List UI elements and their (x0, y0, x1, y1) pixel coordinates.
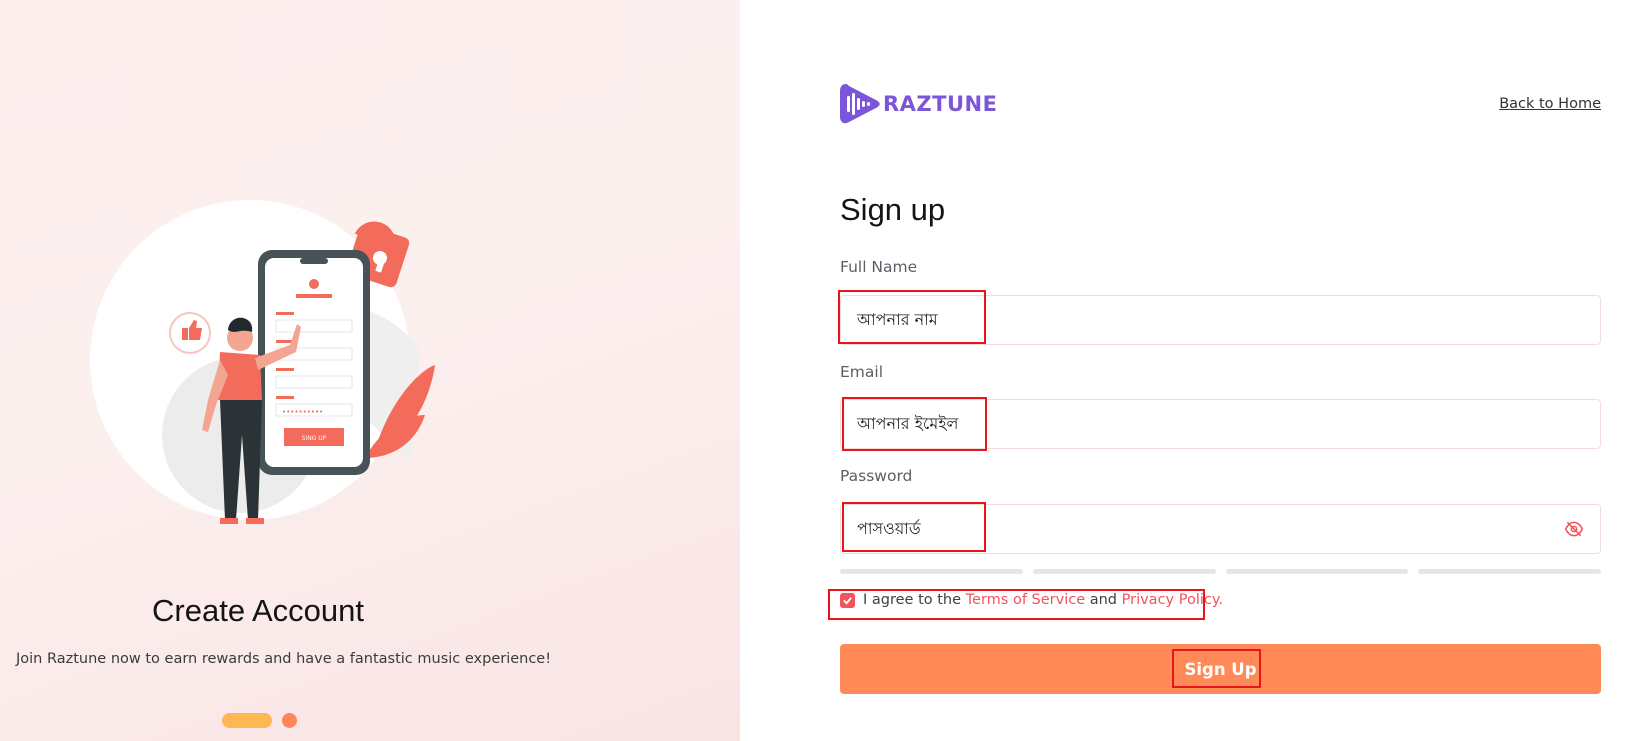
page-title: Sign up (840, 192, 946, 227)
email-label: Email (840, 363, 884, 381)
signup-illustration: •••••••••• SING UP (90, 200, 435, 524)
email-placeholder: আপনার ইমেইল (857, 413, 959, 433)
terms-conjunction: and (1089, 592, 1118, 608)
logo-play-icon (840, 84, 880, 124)
sign-up-button[interactable]: Sign Up (840, 644, 1601, 694)
back-to-home-link[interactable]: Back to Home (1499, 96, 1601, 112)
strength-segment (1225, 569, 1409, 574)
carousel-dot[interactable] (282, 713, 297, 728)
strength-segment (1032, 569, 1216, 574)
terms-of-service-link[interactable]: Terms of Service (966, 592, 1085, 608)
terms-text: I agree to the Terms of Service and Priv… (863, 592, 1223, 608)
privacy-policy-link[interactable]: Privacy Policy. (1122, 592, 1223, 608)
sign-up-button-label: Sign Up (1184, 659, 1257, 679)
password-strength-meter (840, 569, 1601, 574)
brand-name: RAZTUNE (883, 92, 998, 116)
strength-segment (840, 569, 1023, 574)
carousel-indicators (222, 713, 297, 728)
full-name-label: Full Name (840, 258, 918, 276)
promo-subtitle: Join Raztune now to earn rewards and hav… (16, 651, 552, 667)
password-input[interactable]: পাসওয়ার্ড (840, 504, 1601, 554)
email-input[interactable]: আপনার ইমেইল (840, 399, 1601, 449)
promo-panel: •••••••••• SING UP Create Account Join R… (0, 0, 740, 741)
carousel-dot-active[interactable] (222, 713, 272, 728)
promo-title: Create Account (152, 593, 364, 628)
password-label: Password (840, 467, 913, 485)
eye-off-icon[interactable] (1564, 519, 1584, 539)
signup-panel: RAZTUNE Back to Home Sign up Full Name আ… (740, 0, 1639, 741)
phone-signup-label: SING UP (302, 435, 327, 442)
terms-checkbox[interactable] (840, 592, 855, 608)
terms-prefix: I agree to the (863, 592, 962, 608)
strength-segment (1418, 569, 1601, 574)
svg-text:••••••••••: •••••••••• (282, 408, 323, 416)
full-name-placeholder: আপনার নাম (857, 309, 938, 329)
terms-agreement: I agree to the Terms of Service and Priv… (840, 592, 1223, 608)
full-name-input[interactable]: আপনার নাম (840, 295, 1601, 345)
checkmark-icon (843, 596, 852, 605)
password-placeholder: পাসওয়ার্ড (857, 518, 921, 538)
brand-logo[interactable]: RAZTUNE (840, 82, 997, 126)
